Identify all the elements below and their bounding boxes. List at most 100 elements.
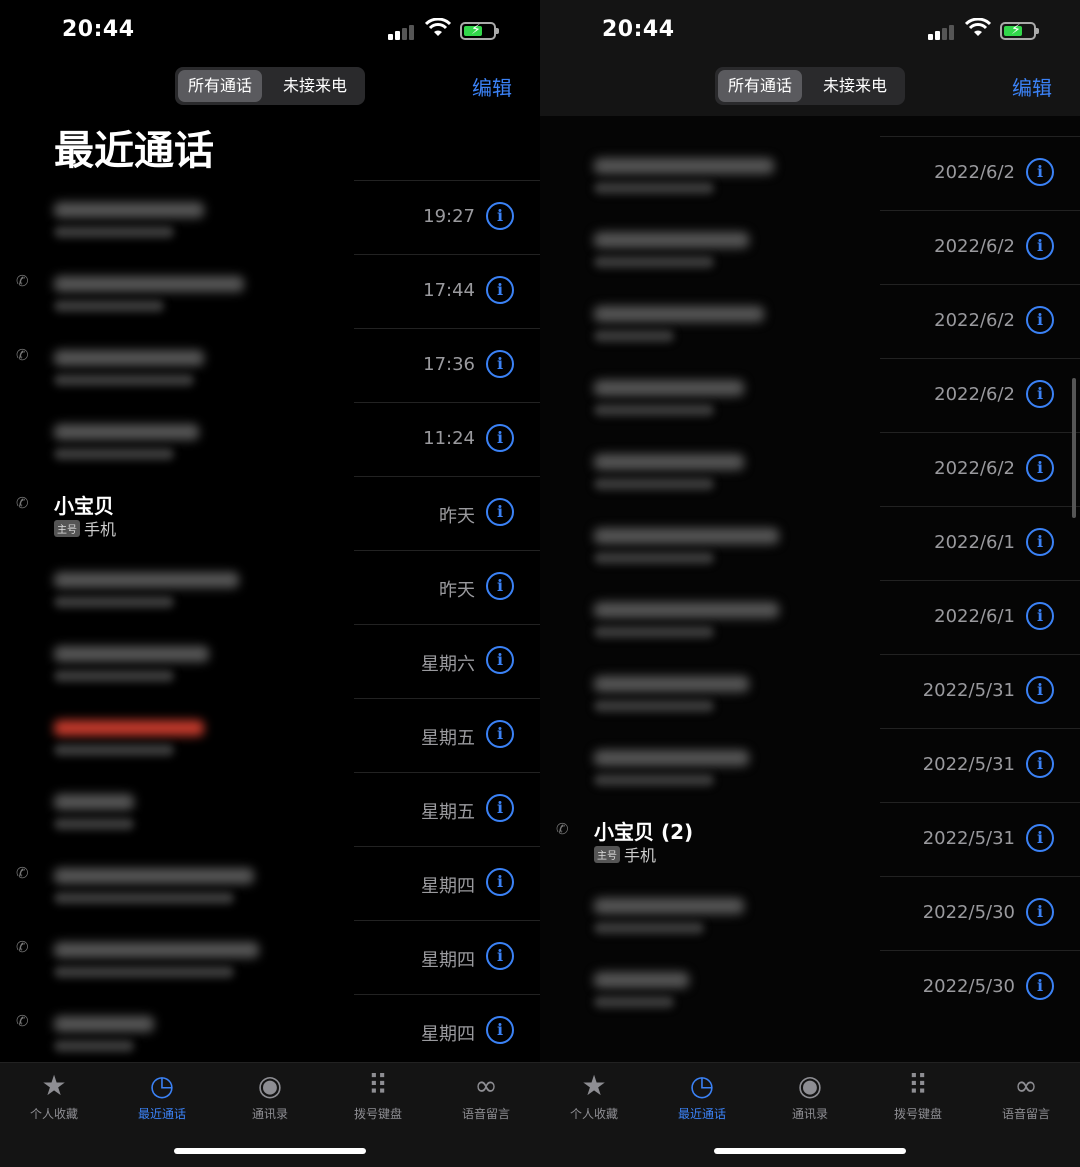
row-divider [880,802,1080,803]
blurred-subtitle [54,596,174,608]
call-time: 2022/5/30 [922,976,1015,997]
call-time: 2022/5/30 [922,902,1015,923]
call-row[interactable]: ✆ 星期四 i [0,994,540,1068]
row-divider [354,328,540,329]
row-divider [880,506,1080,507]
tab-label: 最近通话 [677,1107,726,1121]
call-row[interactable]: 2022/6/2 i [540,284,1080,358]
blurred-number [54,646,209,662]
info-icon[interactable]: i [486,350,514,378]
info-icon[interactable]: i [486,276,514,304]
info-icon[interactable]: i [486,1016,514,1044]
call-row[interactable]: ✆ 17:36 i [0,328,540,402]
info-icon[interactable]: i [486,942,514,970]
call-row[interactable]: 2022/6/2 i [540,358,1080,432]
tab-person[interactable]: ◉ 通讯录 [216,1069,324,1122]
call-row[interactable]: 星期六 i [0,624,540,698]
tab-voicemail[interactable]: ∞ 语音留言 [972,1069,1080,1122]
call-row[interactable]: 星期五 i [0,698,540,772]
info-icon[interactable]: i [486,720,514,748]
info-icon[interactable]: i [486,572,514,600]
status-bar: 20:44 ⚡ [540,0,1080,60]
edit-button[interactable]: 编辑 [1012,72,1052,101]
blurred-number [54,794,134,810]
call-time: 2022/6/2 [934,310,1015,331]
call-row[interactable]: ✆ 17:44 i [0,254,540,328]
call-row[interactable]: ✆ 小宝贝 主号 手机 昨天 i [0,476,540,550]
tab-person[interactable]: ◉ 通讯录 [756,1069,864,1122]
segment-missed-calls[interactable]: 未接来电 [267,70,363,102]
tab-voicemail[interactable]: ∞ 语音留言 [432,1069,540,1122]
blurred-subtitle [594,182,714,194]
call-row[interactable]: 2022/5/31 i [540,654,1080,728]
blurred-subtitle [594,478,714,490]
info-icon[interactable]: i [1026,898,1054,926]
star-icon: ★ [41,1069,67,1102]
call-row[interactable]: 昨天 i [0,550,540,624]
blurred-number [594,750,749,766]
info-icon[interactable]: i [1026,972,1054,1000]
tab-keypad[interactable]: ⠿ 拨号键盘 [324,1069,432,1122]
info-icon[interactable]: i [486,424,514,452]
blurred-subtitle [594,626,714,638]
call-row[interactable]: 星期五 i [0,772,540,846]
info-icon[interactable]: i [1026,824,1054,852]
edit-button[interactable]: 编辑 [472,72,512,101]
outgoing-call-icon: ✆ [16,494,29,512]
info-icon[interactable]: i [1026,306,1054,334]
info-icon[interactable]: i [1026,232,1054,260]
info-icon[interactable]: i [1026,528,1054,556]
call-row[interactable]: ✆ 小宝贝 (2) 主号 手机 2022/5/31 i [540,802,1080,876]
info-icon[interactable]: i [1026,454,1054,482]
info-icon[interactable]: i [1026,380,1054,408]
blurred-subtitle [54,744,174,756]
blurred-number [594,898,744,914]
call-row[interactable]: 2022/5/31 i [540,728,1080,802]
call-row[interactable]: 11:24 i [0,402,540,476]
info-icon[interactable]: i [486,202,514,230]
info-icon[interactable]: i [486,794,514,822]
call-row[interactable]: 2022/5/30 i [540,876,1080,950]
contact-subtitle: 主号 手机 [594,842,656,866]
blurred-number [54,424,199,440]
call-row[interactable]: 2022/6/1 i [540,580,1080,654]
info-icon[interactable]: i [486,868,514,896]
row-divider [354,180,540,181]
tab-keypad[interactable]: ⠿ 拨号键盘 [864,1069,972,1122]
info-icon[interactable]: i [1026,676,1054,704]
call-row[interactable]: 2022/5/30 i [540,950,1080,1024]
row-divider [880,950,1080,951]
call-row[interactable]: 2022/6/2 i [540,136,1080,210]
call-row[interactable]: 2022/6/2 i [540,210,1080,284]
scrollbar[interactable] [1072,378,1076,518]
call-time: 17:44 [423,280,475,301]
call-time: 2022/6/2 [934,162,1015,183]
call-time: 2022/5/31 [922,754,1015,775]
tab-star[interactable]: ★ 个人收藏 [540,1069,648,1122]
call-row[interactable]: 19:27 i [0,180,540,254]
info-icon[interactable]: i [1026,158,1054,186]
info-icon[interactable]: i [1026,602,1054,630]
blurred-subtitle [54,374,194,386]
tab-star[interactable]: ★ 个人收藏 [0,1069,108,1122]
segment-all-calls[interactable]: 所有通话 [718,70,802,102]
tab-clock[interactable]: ◷ 最近通话 [108,1069,216,1122]
star-icon: ★ [581,1069,607,1102]
blurred-subtitle [54,892,234,904]
tab-clock[interactable]: ◷ 最近通话 [648,1069,756,1122]
info-icon[interactable]: i [486,498,514,526]
call-row[interactable]: ✆ 星期四 i [0,846,540,920]
segment-missed-calls[interactable]: 未接来电 [807,70,903,102]
row-divider [880,358,1080,359]
row-divider [354,402,540,403]
info-icon[interactable]: i [1026,750,1054,778]
status-time: 20:44 [62,17,135,42]
blurred-number [594,306,764,322]
call-row[interactable]: 2022/6/1 i [540,506,1080,580]
info-icon[interactable]: i [486,646,514,674]
call-row[interactable]: ✆ 星期四 i [0,920,540,994]
segment-all-calls[interactable]: 所有通话 [178,70,262,102]
row-divider [354,772,540,773]
call-time: 2022/6/2 [934,384,1015,405]
call-row[interactable]: 2022/6/2 i [540,432,1080,506]
